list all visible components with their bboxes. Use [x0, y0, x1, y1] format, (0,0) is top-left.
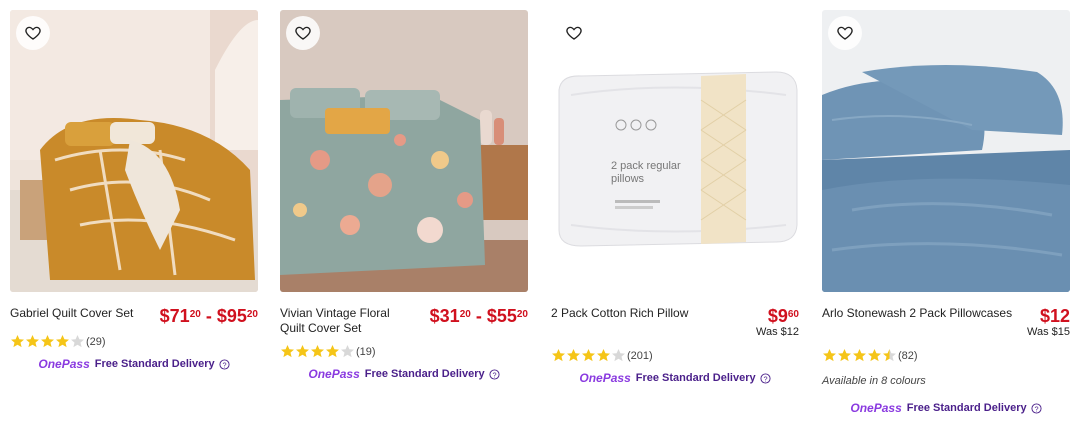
wishlist-heart-icon[interactable]: [557, 16, 591, 50]
delivery-info: OnePass Free Standard Delivery ?: [10, 357, 258, 371]
wishlist-heart-icon[interactable]: [828, 16, 862, 50]
star-icon: [56, 335, 69, 348]
star-icon: [552, 349, 565, 362]
product-image[interactable]: 2 pack regular pillows: [551, 10, 799, 292]
question-circle-icon[interactable]: ?: [489, 368, 500, 380]
review-count: (29): [86, 335, 106, 348]
was-price: Was $12: [755, 326, 799, 338]
delivery-info: OnePass Free Standard Delivery ?: [280, 367, 528, 381]
review-count: (201): [627, 349, 653, 362]
was-price: Was $15: [1026, 326, 1070, 338]
star-icon: [582, 349, 595, 362]
question-circle-icon[interactable]: ?: [1031, 402, 1042, 414]
star-icon: [11, 335, 24, 348]
review-count: (19): [356, 345, 376, 358]
rating: (201): [551, 348, 799, 363]
delivery-info: OnePass Free Standard Delivery ?: [822, 401, 1070, 415]
star-icon: [296, 345, 309, 358]
star-icon: [311, 345, 324, 358]
delivery-text: Free Standard Delivery: [94, 358, 215, 370]
rating: (29): [10, 334, 258, 349]
product-card[interactable]: 2 pack regular pillows 2 Pack Cotton Ric…: [551, 10, 799, 385]
wishlist-heart-icon[interactable]: [286, 16, 320, 50]
sale-price: $960: [767, 306, 799, 326]
star-icon: [281, 345, 294, 358]
product-name[interactable]: 2 Pack Cotton Rich Pillow: [551, 306, 711, 321]
onepass-logo: OnePass: [579, 371, 631, 385]
svg-text:?: ?: [1034, 404, 1038, 413]
price-range: $7120 - $9520: [159, 306, 258, 326]
product-name[interactable]: Vivian Vintage Floral Quilt Cover Set: [280, 306, 410, 336]
wishlist-heart-icon[interactable]: [16, 16, 50, 50]
onepass-logo: OnePass: [38, 357, 90, 371]
star-icon: [868, 349, 881, 362]
review-count: (82): [898, 349, 918, 362]
svg-text:?: ?: [763, 374, 767, 383]
product-card[interactable]: Arlo Stonewash 2 Pack Pillowcases $12 Wa…: [822, 10, 1070, 415]
star-icon: [883, 349, 896, 362]
star-rating: [280, 344, 355, 359]
product-card[interactable]: Gabriel Quilt Cover Set $7120 - $9520 (2…: [10, 10, 258, 371]
product-name[interactable]: Gabriel Quilt Cover Set: [10, 306, 140, 321]
svg-text:?: ?: [222, 360, 226, 369]
rating: (19): [280, 344, 528, 359]
rating: (82): [822, 348, 1070, 363]
question-circle-icon[interactable]: ?: [760, 372, 771, 384]
star-rating: [551, 348, 626, 363]
delivery-text: Free Standard Delivery: [364, 368, 485, 380]
question-circle-icon[interactable]: ?: [219, 358, 230, 370]
star-icon: [823, 349, 836, 362]
star-icon: [838, 349, 851, 362]
delivery-info: OnePass Free Standard Delivery ?: [551, 371, 799, 385]
delivery-text: Free Standard Delivery: [635, 372, 756, 384]
onepass-logo: OnePass: [308, 367, 360, 381]
sale-price: $12: [1039, 306, 1070, 326]
product-image[interactable]: [822, 10, 1070, 292]
star-rating: [10, 334, 85, 349]
star-icon: [597, 349, 610, 362]
product-name[interactable]: Arlo Stonewash 2 Pack Pillowcases: [822, 306, 1022, 321]
star-icon: [567, 349, 580, 362]
pillow-pack-label: 2 pack regular pillows: [611, 160, 681, 185]
star-icon: [71, 335, 84, 348]
star-rating: [822, 348, 897, 363]
product-image[interactable]: [280, 10, 528, 292]
star-icon: [853, 349, 866, 362]
star-icon: [612, 349, 625, 362]
star-icon: [341, 345, 354, 358]
product-image[interactable]: [10, 10, 258, 292]
star-icon: [26, 335, 39, 348]
star-icon: [41, 335, 54, 348]
product-card[interactable]: Vivian Vintage Floral Quilt Cover Set $3…: [280, 10, 528, 381]
onepass-logo: OnePass: [850, 401, 902, 415]
delivery-text: Free Standard Delivery: [906, 402, 1027, 414]
price-range: $3120 - $5520: [429, 306, 528, 326]
star-icon: [326, 345, 339, 358]
svg-text:?: ?: [492, 370, 496, 379]
colour-availability: Available in 8 colours: [822, 375, 926, 387]
